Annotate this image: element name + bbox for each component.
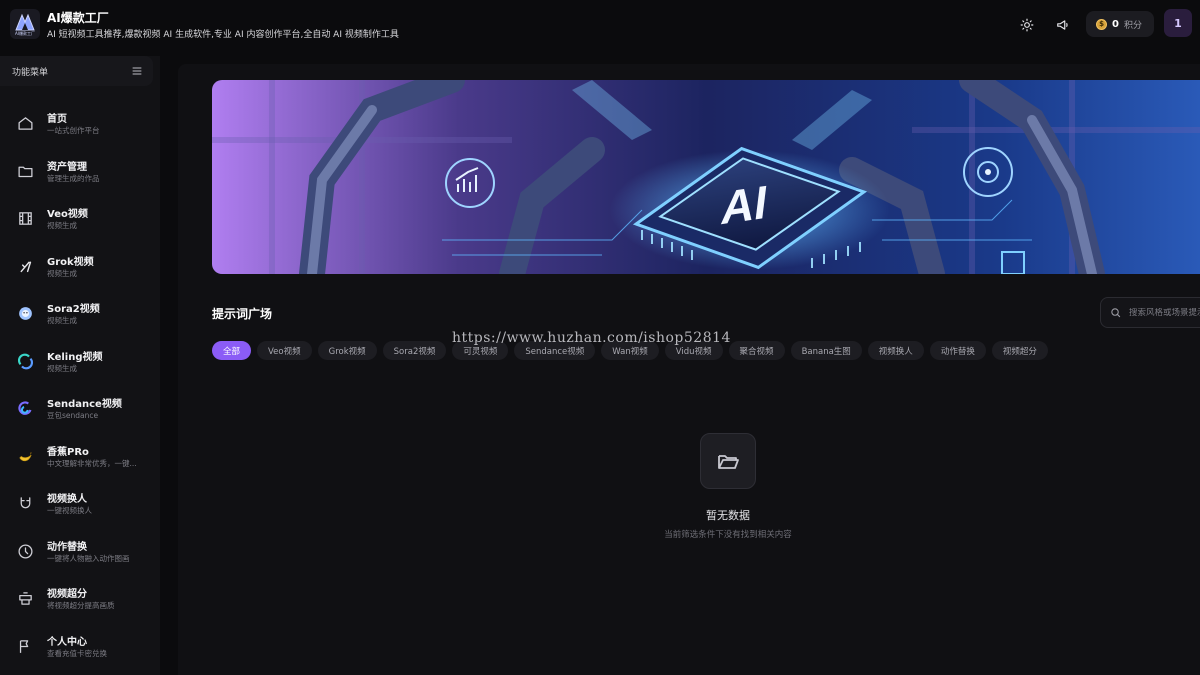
sidebar-item-assets[interactable]: 资产管理 管理生成的作品 [0,150,160,194]
hero-banner[interactable]: AI [212,80,1200,274]
tab-sora2[interactable]: Sora2视频 [382,341,447,360]
sidebar-item-sendance[interactable]: Sendance视频 豆包sendance [0,387,160,431]
sidebar-item-label: 首页 [47,114,67,125]
sidebar-item-sub: 管理生成的作品 [47,174,100,183]
app-header: AI爆款工厂 AI爆款工厂 AI 短视频工具推荐,爆款视频 AI 生成软件,专业… [0,0,1200,50]
film-icon [15,208,35,228]
theme-toggle-button[interactable] [1016,14,1038,36]
sidebar-item-profile[interactable]: 个人中心 查看充值卡密兑换 [0,625,160,669]
empty-state-subtitle: 当前筛选条件下没有找到相关内容 [664,530,792,540]
search-icon [1111,308,1121,318]
sidebar-item-label: 资产管理 [47,162,87,173]
logo-mark-icon [15,13,35,30]
sidebar-item-veo[interactable]: Veo视频 视频生成 [0,197,160,241]
folder-icon [15,161,35,181]
app-title: AI爆款工厂 [47,11,109,25]
sidebar-item-label: Sora2视频 [47,304,100,315]
sidebar-item-label: 动作替换 [47,542,87,553]
watermark-text: https://www.huzhan.com/ishop52814 [452,330,731,346]
sora-icon [15,303,35,323]
clock-icon [15,541,35,561]
coin-icon: $ [1096,18,1107,30]
sidebar-item-home[interactable]: 首页 一站式创作平台 [0,102,160,146]
points-unit: 积分 [1123,20,1142,31]
upscale-icon [15,588,35,608]
flag-icon [15,636,35,656]
tab-banana[interactable]: Banana生图 [790,341,862,360]
announcement-button[interactable] [1052,14,1074,36]
sidebar-item-sub: 将视频超分提高画质 [47,601,115,610]
tab-grok[interactable]: Grok视频 [317,341,377,360]
banner-chip-text: AI [719,176,771,235]
sidebar-item-sub: 视频生成 [47,316,77,325]
app-subtitle: AI 短视频工具推荐,爆款视频 AI 生成软件,专业 AI 内容创作平台,全自动… [47,30,399,40]
tab-motion-swap[interactable]: 动作替换 [929,341,986,360]
sidebar-item-label: 视频超分 [47,589,87,600]
section-title: 提示词广场 [212,307,273,321]
sidebar-item-motion-swap[interactable]: 动作替换 一键将人物融入动作图画 [0,530,160,574]
sidebar-item-upscale[interactable]: 视频超分 将视频超分提高画质 [0,577,160,621]
tab-face-swap[interactable]: 视频换人 [867,341,924,360]
sidebar-item-face-swap[interactable]: 视频换人 一键视频换人 [0,482,160,526]
sidebar-menu-header: 功能菜单 [0,56,153,86]
sidebar-item-label: Grok视频 [47,257,94,268]
sidebar-item-keling[interactable]: Keling视频 视频生成 [0,340,160,384]
empty-state-icon-box [700,433,756,489]
search-input[interactable] [1129,307,1200,318]
sidebar-menu-title: 功能菜单 [12,67,49,78]
sidebar-item-sora2[interactable]: Sora2视频 视频生成 [0,292,160,336]
empty-state-title: 暂无数据 [706,509,750,522]
app-logo[interactable]: AI爆款工厂 [10,9,40,39]
sidebar-item-sub: 一键视频换人 [47,506,92,515]
megaphone-icon [1057,20,1068,30]
sidebar-item-label: Keling视频 [47,352,103,363]
sidebar-item-banana[interactable]: 香蕉PRo 中文理解非常优秀，一键... [0,435,160,479]
tab-upscale[interactable]: 视频超分 [991,341,1048,360]
user-avatar[interactable]: 1 [1164,9,1192,37]
sidebar-item-label: 视频换人 [47,494,87,505]
sidebar-item-label: Sendance视频 [47,399,122,410]
sun-icon [1020,18,1034,32]
prompt-search[interactable] [1100,297,1200,328]
sidebar-item-sub: 视频生成 [47,221,77,230]
sidebar-item-sub: 一键将人物融入动作图画 [47,554,130,563]
banner-illustration: AI [212,80,1200,274]
sidebar-item-label: Veo视频 [47,209,88,220]
grok-icon [15,256,35,276]
points-value: 0 [1112,18,1119,30]
points-balance[interactable]: $ 0 积分 [1086,11,1154,37]
home-icon [15,113,35,133]
folder-open-icon [718,455,739,469]
sidebar-item-sub: 豆包sendance [47,411,99,420]
sidebar-item-sub: 一站式创作平台 [47,126,100,135]
banana-icon [15,446,35,466]
magnet-icon [15,493,35,513]
sendance-icon [15,398,35,418]
tab-veo[interactable]: Veo视频 [257,341,312,360]
sidebar-item-label: 个人中心 [47,637,87,648]
sidebar-item-sub: 查看充值卡密兑换 [47,649,107,658]
tab-all[interactable]: 全部 [212,341,252,360]
sidebar-item-sub: 视频生成 [47,269,77,278]
keling-icon [15,351,35,371]
sidebar-item-sub: 视频生成 [47,364,77,373]
sidebar-item-grok[interactable]: Grok视频 视频生成 [0,245,160,289]
logo-text: AI爆款工厂 [15,30,35,36]
sidebar: 功能菜单 首页 一站式创作平台 资产管理 管理生成的作品 Veo视频 视频生成 … [0,56,160,675]
sidebar-item-sub: 中文理解非常优秀，一键... [47,459,137,468]
menu-toggle-icon[interactable] [131,65,143,77]
tab-aggregate[interactable]: 聚合视频 [728,341,785,360]
sidebar-item-label: 香蕉PRo [47,447,89,458]
